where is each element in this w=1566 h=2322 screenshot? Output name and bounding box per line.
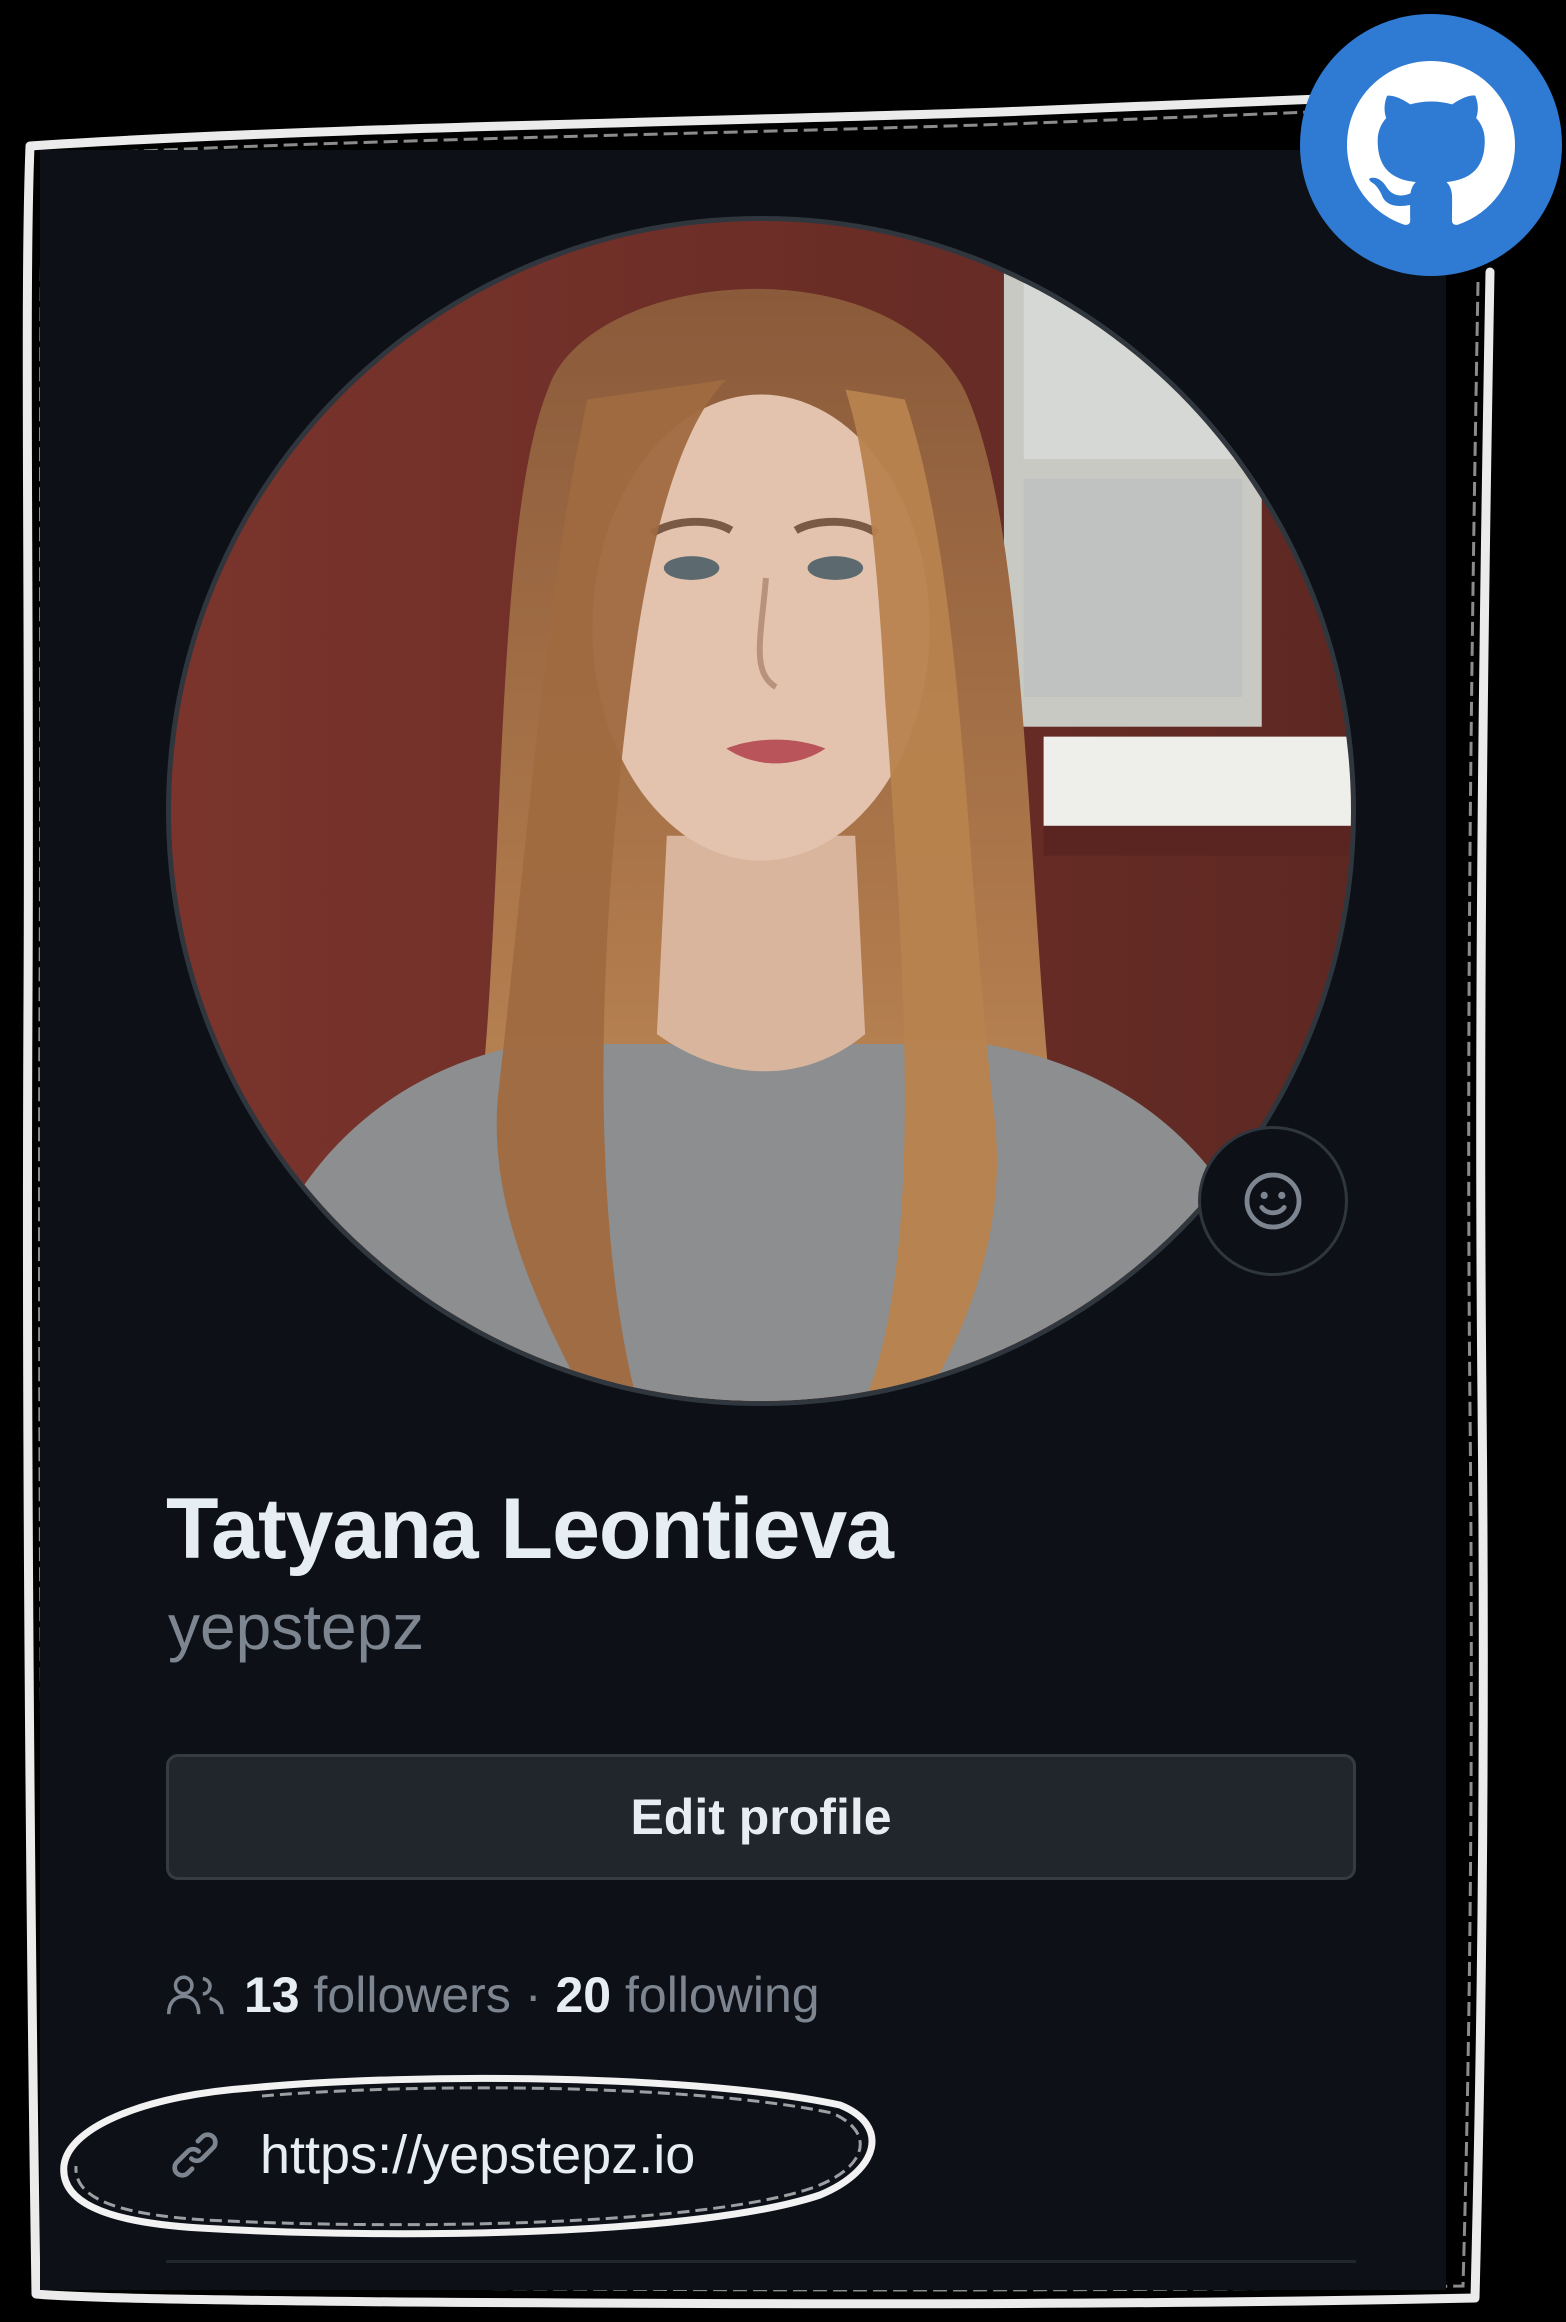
github-octocat-icon [1347,61,1515,225]
set-status-button[interactable] [1198,1126,1348,1276]
avatar[interactable] [166,216,1356,1406]
following-link[interactable]: 20 following [555,1966,819,2024]
link-icon [166,2126,224,2184]
following-count: 20 [555,1967,612,2023]
following-label: following [625,1967,820,2023]
profile-card: Tatyana Leontieva yepstepz Edit profile … [40,150,1446,2290]
edit-profile-button[interactable]: Edit profile [166,1754,1356,1880]
avatar-photo [171,221,1351,1401]
followers-count: 13 [244,1967,300,2023]
separator-dot: · [524,1967,542,2023]
website-row: https://yepstepz.io [166,2115,695,2195]
divider [166,2260,1356,2263]
people-icon [166,1973,226,2017]
profile-full-name: Tatyana Leontieva [166,1481,894,1577]
followers-label: followers [313,1967,511,2023]
profile-username: yepstepz [168,1591,425,1663]
website-link[interactable]: https://yepstepz.io [260,2124,695,2186]
followers-following-row: 13 followers · 20 following [166,1960,820,2030]
followers-link[interactable]: 13 followers [244,1966,511,2024]
github-badge [1300,14,1562,276]
smiley-icon [1244,1172,1302,1230]
